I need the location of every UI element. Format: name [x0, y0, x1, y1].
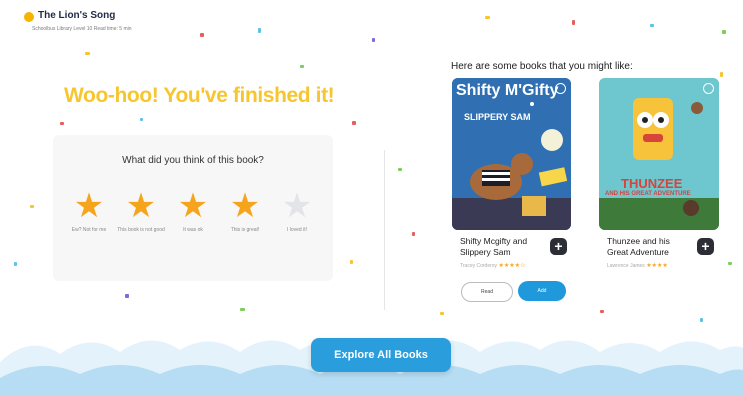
book-author-rating: Tracey Corderoy ★★★★☆ [460, 262, 525, 269]
confetti-piece [440, 312, 444, 315]
rating-question: What did you think of this book? [122, 155, 264, 166]
explore-all-books-button[interactable]: Explore All Books [311, 338, 451, 372]
rating-option-label: This is great! [230, 227, 260, 233]
book-title[interactable]: Shifty Mcgifty and Slippery Sam [460, 236, 546, 258]
read-button[interactable]: Read [461, 282, 513, 302]
confetti-piece [200, 33, 204, 37]
confetti-piece [85, 52, 90, 55]
book-cover[interactable]: THUNZEE AND HIS GREAT ADVENTURE [599, 78, 719, 230]
book-title[interactable]: Thunzee and his Great Adventure [607, 236, 693, 258]
confetti-piece [398, 168, 402, 171]
book-cover-illustration [599, 78, 719, 230]
confetti-piece [60, 122, 64, 125]
rating-option[interactable]: ★ This book is not good [117, 189, 165, 234]
confetti-piece [600, 310, 604, 313]
confetti-piece [728, 262, 732, 265]
star-icon[interactable]: ★ [117, 189, 165, 223]
star-icon[interactable]: ★ [221, 189, 269, 223]
confetti-piece [372, 38, 375, 42]
book-author: Tracey Corderoy [460, 263, 498, 269]
confetti-piece [350, 260, 353, 264]
add-button[interactable]: Add [518, 281, 566, 301]
rating-option[interactable]: ★ Ew? Not for me [65, 189, 113, 234]
star-icon[interactable]: ★ [65, 189, 113, 223]
confetti-piece [240, 308, 245, 311]
rating-option[interactable]: ★ This is great! [221, 189, 269, 234]
rating-option-label: It was ok [183, 227, 203, 233]
rating-option[interactable]: ★ I loved it! [273, 189, 321, 234]
book-cover[interactable]: Shifty M'Gifty SLIPPERY SAM [452, 78, 571, 230]
book-author-rating: Lawrence James ★★★★ [607, 262, 668, 269]
confetti-piece [650, 24, 654, 27]
rating-stars: ★ Ew? Not for me ★ This book is not good… [65, 189, 321, 234]
star-outline-icon[interactable]: ★ [273, 189, 321, 223]
confetti-piece [258, 28, 261, 33]
book-logo-icon [24, 12, 34, 22]
book-cover-illustration [452, 78, 571, 230]
favorite-icon[interactable] [703, 83, 714, 94]
book-meta: Schoolbus Library Level 10 Read time: 5 … [32, 26, 132, 32]
book-title: The Lion's Song [38, 10, 116, 21]
rating-option-label: Ew? Not for me [71, 227, 107, 233]
cover-subtitle: SLIPPERY SAM [464, 112, 531, 122]
star-icon[interactable]: ★ [169, 189, 217, 223]
star-rating: ★★★★ [646, 263, 668, 269]
finished-message: Woo-hoo! You've finished it! [64, 84, 335, 107]
recommendations-heading: Here are some books that you might like: [451, 61, 633, 72]
section-divider [384, 150, 385, 310]
add-book-button[interactable]: + [550, 238, 567, 255]
confetti-piece [30, 205, 34, 208]
rating-card: What did you think of this book? ★ Ew? N… [53, 135, 333, 281]
confetti-piece [412, 232, 415, 236]
confetti-piece [485, 16, 490, 19]
confetti-piece [722, 30, 726, 34]
rating-option-label: This book is not good [117, 227, 165, 233]
confetti-piece [572, 20, 575, 25]
star-rating: ★★★★☆ [498, 263, 526, 269]
cover-title: Shifty M'Gifty [456, 82, 559, 99]
confetti-piece [300, 65, 304, 68]
confetti-piece [720, 72, 723, 77]
rating-option[interactable]: ★ It was ok [169, 189, 217, 234]
book-author: Lawrence James [607, 263, 645, 269]
cover-subtitle: AND HIS GREAT ADVENTURE [605, 191, 691, 197]
confetti-piece [352, 121, 356, 125]
confetti-piece [14, 262, 17, 266]
cover-title: THUNZEE [621, 176, 683, 191]
add-book-button[interactable]: + [697, 238, 714, 255]
confetti-piece [140, 118, 143, 121]
rating-option-label: I loved it! [286, 227, 307, 233]
confetti-piece [125, 294, 129, 298]
